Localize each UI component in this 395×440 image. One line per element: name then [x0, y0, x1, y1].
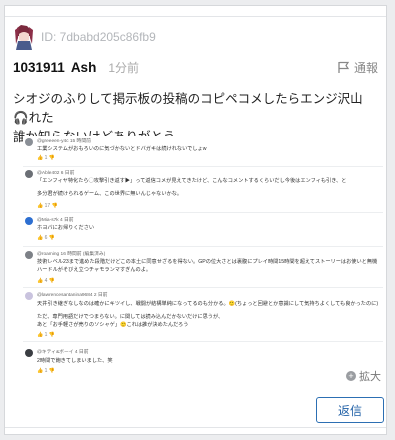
comment-header: @Mia-s7k 4 日前	[37, 218, 74, 223]
avatar	[25, 251, 33, 259]
post-author: Ash	[70, 59, 97, 75]
comment-text: 2時間で飽きてしまいました、笑	[37, 358, 113, 364]
comment-likes: 👍 6 👎	[37, 235, 56, 241]
avatar	[25, 138, 33, 146]
comment-text: ホヨバにお帰りください	[37, 225, 95, 231]
comment-text: 多分君が続けられるゲーム、この世界に無いんじゃないかな。	[37, 191, 183, 197]
expand-button[interactable]: + 拡大	[346, 368, 381, 384]
top-divider	[5, 6, 386, 17]
flag-icon	[338, 61, 350, 73]
post-number[interactable]: 1031911	[13, 60, 65, 75]
avatar	[25, 349, 33, 357]
divider	[23, 212, 383, 213]
post-time: 1分前	[108, 60, 140, 75]
comment-text: 天井引き継ぎなしなのは確かにキツイし、戦闘が結構単純になってるのも分かる。🙂(ち…	[37, 301, 379, 307]
reply-button[interactable]: 返信	[316, 397, 384, 423]
comment-text: あと「お手軽さが売りのソシャゲ」🙂これは誰が決めたんだろう	[37, 322, 189, 328]
comment-text: ハードルがそびえ立つチャモランマすぎんのよ。	[37, 267, 152, 273]
avatar	[25, 217, 33, 225]
comment-header: @Able402 6 日前	[37, 171, 75, 176]
comment-likes: 👍 1 👎	[37, 332, 56, 338]
comment-text: ただ、専門用語だけでつまらない。に関しては読み込んだかないだけに思うが、	[37, 314, 224, 320]
comment-header: @lawrencesantanina9684 2 日前	[37, 293, 108, 298]
comment-likes: 👍 17 👎	[37, 203, 58, 209]
comment-header: @roaming 16 時間前 (編集済み)	[37, 252, 106, 257]
avatar	[25, 170, 33, 178]
post-body-line: シオジのふりして掲示板の投稿のコピペコメしたらエンジ沢山🎧れた	[13, 92, 363, 125]
character-avatar-icon	[13, 24, 35, 50]
divider	[23, 166, 383, 167]
report-label: 通報	[353, 60, 378, 75]
comment-text: 「エンフィヤ特化たら◯攻撃引き返す▶」って返信コメが見えてきたけど、こんなコメン…	[37, 178, 347, 184]
post-id: ID: 7dbabd205c86fb9	[41, 30, 156, 44]
expand-label: 拡大	[359, 371, 381, 383]
divider	[23, 287, 383, 288]
divider	[23, 246, 383, 247]
comment-text: 技術レベル23まで進めた段階だけどこの本土に同意せざるを得ない。GPの位大さとは…	[37, 259, 378, 265]
comment-text: 工業システムがおもろいのに気づかないとドバガキは続けれないでしょw	[37, 146, 207, 152]
plus-icon: +	[346, 371, 356, 381]
post-meta: 1031911 Ash 1分前 通報	[13, 58, 378, 76]
post-id-row: ID: 7dbabd205c86fb9	[13, 23, 373, 51]
embedded-comment-screenshot[interactable]: @greeeen-y4c 15 時間前 工業システムがおもろいのに気づかないとド…	[23, 136, 383, 386]
comment-likes: 👍 1 👎	[37, 155, 56, 161]
divider	[23, 341, 383, 342]
post-card: ID: 7dbabd205c86fb9 1031911 Ash 1分前 通報 シ…	[4, 5, 387, 435]
comment-likes: 👍 1 👎	[37, 368, 56, 374]
bottom-divider	[5, 427, 386, 434]
avatar	[25, 292, 33, 300]
comment-header: @キティ&ボーイ 4 日前	[37, 350, 89, 355]
report-button[interactable]: 通報	[337, 59, 378, 76]
comment-header: @greeeen-y4c 15 時間前	[37, 139, 91, 144]
comment-likes: 👍 4 👎	[37, 278, 56, 284]
